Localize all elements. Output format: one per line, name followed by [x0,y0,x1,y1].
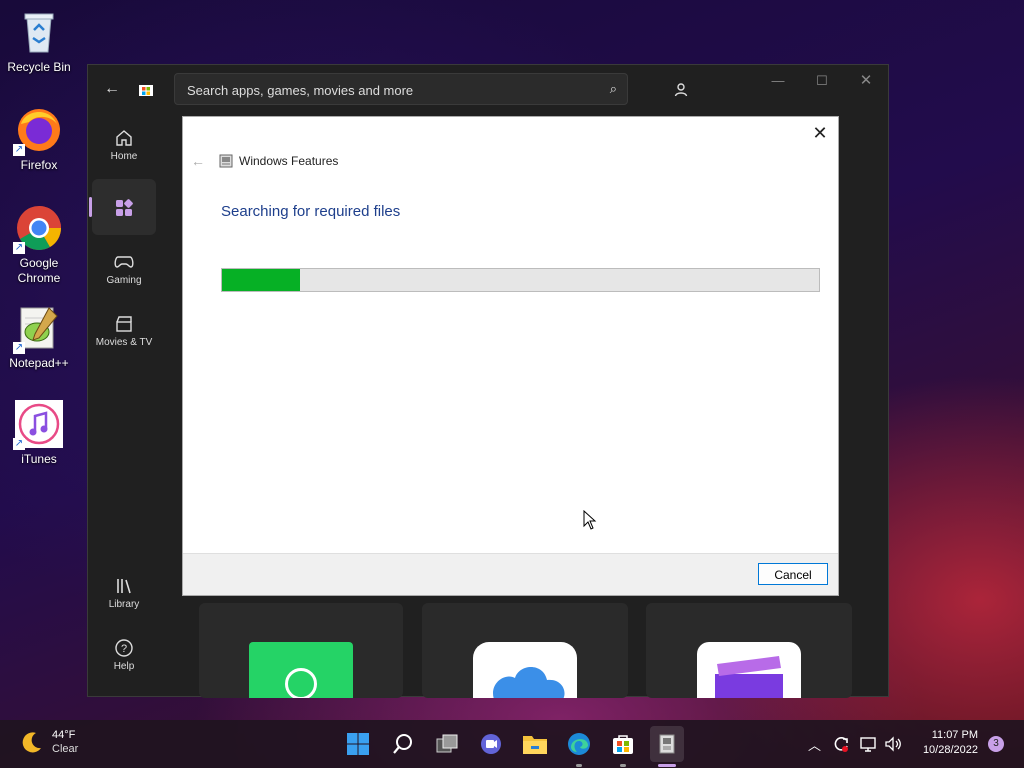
account-button[interactable] [670,79,692,101]
nav-home[interactable]: Home [92,119,156,175]
account-icon [674,83,688,97]
store-icon [613,735,633,754]
recycle-bin-icon [15,8,63,56]
back-button[interactable]: ← [102,79,122,99]
icloud-icon [473,642,577,698]
progress-bar [221,268,820,292]
update-tray-icon[interactable] [832,735,850,753]
search-box[interactable]: ⌕ [174,73,628,106]
store-sidebar: Home Gaming Movies & TV Library ? Help [88,113,160,696]
search-icon [393,734,412,754]
desktop-icon-label: Notepad++ [9,356,69,370]
task-view-icon [436,734,458,753]
desktop-icon-label: Google Chrome [17,256,61,285]
windows-features-taskbar-button[interactable] [650,726,684,762]
clock-date: 10/28/2022 [922,744,978,756]
nav-label: Movies & TV [95,337,153,348]
moon-icon [20,730,44,754]
search-button[interactable] [389,730,417,758]
weather-temp: 44°F [52,729,76,741]
show-hidden-icons-button[interactable]: ︿ [808,735,821,754]
clipchamp-icon [697,642,801,698]
dialog-title: Windows Features [239,154,339,168]
nav-movies-tv[interactable]: Movies & TV [92,305,156,361]
help-icon: ? [92,635,156,661]
cancel-button[interactable]: Cancel [758,563,828,585]
close-window-button[interactable]: ✕ [856,71,876,91]
nav-apps[interactable] [89,179,156,235]
apps-icon [92,195,156,221]
maximize-button[interactable]: ☐ [812,73,832,93]
mouse-cursor [583,509,597,530]
itunes-icon: ↗ [13,400,63,450]
running-indicator-store [620,764,626,767]
nav-label: Help [113,661,135,672]
dialog-title-row: ← Windows Features [191,153,338,169]
close-button[interactable]: ✕ [810,123,830,143]
desktop-icon-label: Recycle Bin [7,60,71,74]
desktop-icon-recycle-bin[interactable]: Recycle Bin [0,8,78,75]
minimize-button[interactable]: — [768,73,788,93]
back-arrow-icon: ← [104,80,120,97]
edge-icon [568,733,590,755]
weather-desc: Clear [52,743,79,755]
chevron-up-icon: ︿ [808,738,822,753]
weather-widget[interactable]: 44°F Clear [20,729,78,755]
notepadpp-icon: ↗ [13,304,63,354]
back-button[interactable]: ← [191,153,205,169]
search-icon[interactable]: ⌕ [610,81,617,97]
network-icon[interactable] [859,735,877,753]
nav-help[interactable]: ? Help [92,629,156,685]
desktop-icon-label: Firefox [20,158,58,172]
home-icon [92,125,156,151]
svg-text:?: ? [121,643,127,655]
start-button[interactable] [344,730,372,758]
nav-label: Home [110,151,138,162]
windows-logo-icon [347,733,369,755]
progress-fill [222,269,300,291]
edge-button[interactable] [565,730,593,758]
nav-label: Gaming [106,275,142,286]
search-input[interactable] [185,74,589,106]
nav-label: Library [108,599,140,610]
taskbar: 44°F Clear ︿ 11:07 PM 10/28/2022 3 [0,720,1024,768]
dialog-heading: Searching for required files [221,203,401,220]
folder-icon [523,736,547,754]
desktop-icon-itunes[interactable]: ↗ iTunes [0,400,78,467]
chrome-icon: ↗ [13,204,63,254]
store-logo-icon [138,81,154,97]
dialog-footer: Cancel [183,553,838,595]
teams-chat-button[interactable] [477,730,505,758]
app-card-clipchamp[interactable] [646,603,852,698]
store-taskbar-button[interactable] [609,730,637,758]
app-card-icloud[interactable] [422,603,628,698]
active-indicator [658,764,676,767]
nav-gaming[interactable]: Gaming [92,243,156,299]
notification-badge[interactable]: 3 [988,736,1004,752]
desktop-icon-google-chrome[interactable]: ↗ Google Chrome [0,204,78,286]
clock-time: 11:07 PM [931,729,978,741]
chat-icon [481,734,501,754]
nav-library[interactable]: Library [92,567,156,623]
volume-icon[interactable] [884,735,902,753]
file-explorer-button[interactable] [521,730,549,758]
clock[interactable]: 11:07 PM 10/28/2022 [912,729,978,756]
running-indicator-edge [576,764,582,767]
windows-features-icon [219,154,233,168]
windows-features-dialog: ✕ ← Windows Features Searching for requi… [182,116,839,596]
clapperboard-icon [92,311,156,337]
desktop-icon-notepadpp[interactable]: ↗ Notepad++ [0,304,78,371]
desktop-icon-label: iTunes [21,452,57,466]
firefox-icon: ↗ [13,106,63,156]
app-card-whatsapp[interactable] [199,603,403,698]
desktop-icon-firefox[interactable]: ↗ Firefox [0,106,78,173]
task-view-button[interactable] [433,730,461,758]
whatsapp-icon [249,642,353,698]
library-icon [92,573,156,599]
gamepad-icon [92,249,156,275]
windows-features-icon [659,734,675,754]
